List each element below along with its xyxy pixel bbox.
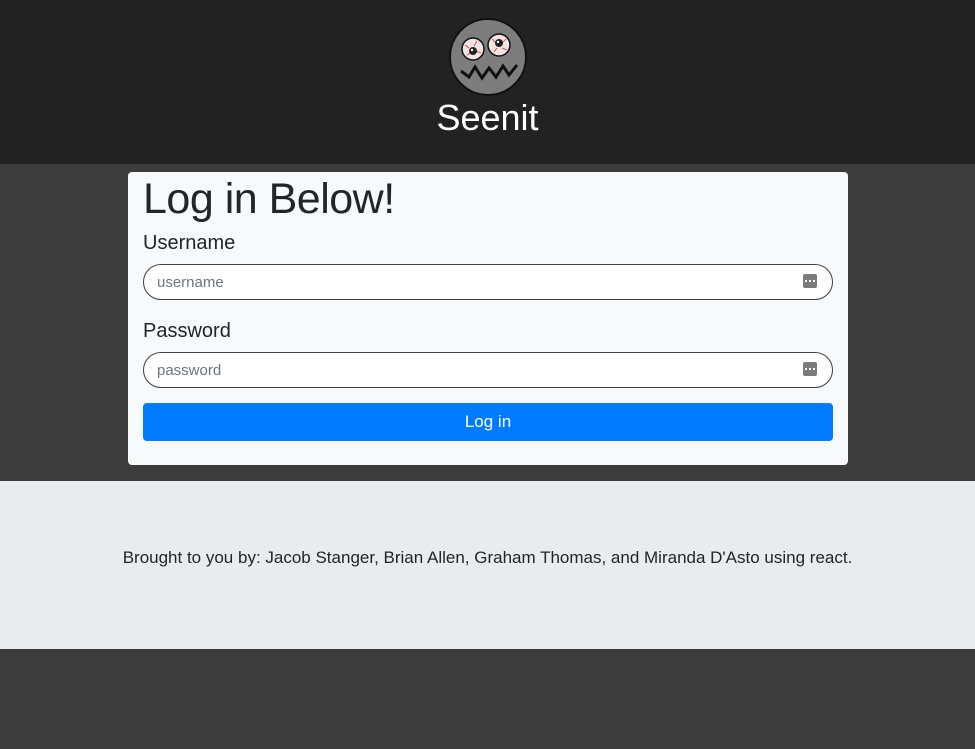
username-field-wrapper bbox=[143, 264, 833, 300]
site-header: Seenit bbox=[0, 0, 975, 164]
password-input[interactable] bbox=[144, 353, 832, 387]
page-bottom-area bbox=[0, 649, 975, 749]
login-button[interactable]: Log in bbox=[143, 403, 833, 441]
site-title: Seenit bbox=[436, 97, 539, 138]
password-field-wrapper bbox=[143, 352, 833, 388]
username-input[interactable] bbox=[144, 265, 832, 299]
username-label: Username bbox=[143, 232, 236, 254]
password-manager-key-icon[interactable] bbox=[803, 274, 817, 288]
password-manager-key-icon[interactable] bbox=[803, 362, 817, 376]
page-title: Log in Below! bbox=[143, 175, 395, 223]
zombie-face-logo-icon[interactable] bbox=[447, 17, 529, 97]
footer-credits: Brought to you by: Jacob Stanger, Brian … bbox=[122, 548, 853, 567]
site-footer: Brought to you by: Jacob Stanger, Brian … bbox=[0, 481, 975, 649]
login-card: Log in Below! Username Password Log in bbox=[128, 172, 848, 465]
password-label: Password bbox=[143, 320, 231, 342]
